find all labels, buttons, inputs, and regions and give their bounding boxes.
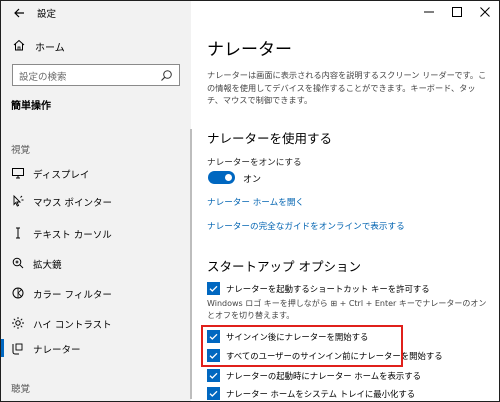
highlight-box — [201, 325, 403, 367]
checkbox-checked-icon[interactable] — [207, 369, 220, 382]
narrator-guide-link[interactable]: ナレーターの完全なガイドをオンラインで表示する — [207, 220, 405, 232]
sidebar-item-label: ナレーター — [33, 345, 81, 356]
startup-options-heading: スタートアップ オプション — [207, 259, 361, 274]
option-label: ナレーターの起動時にナレーター ホームを表示する — [226, 371, 422, 381]
sidebar-item-display[interactable]: ディスプレイ — [1, 161, 191, 185]
page-description: ナレーターは画面に表示される内容を説明するスクリーン リーダーです。この情報を使… — [207, 70, 487, 105]
section-heading: 簡単操作 — [11, 101, 51, 112]
title-bar: 設定 — [1, 1, 191, 27]
toggle-state-label: オン — [243, 175, 262, 185]
sidebar-item-magnifier[interactable]: 拡大鏡 — [1, 251, 191, 275]
option-label: ナレーターを起動するショートカット キーを許可する — [226, 284, 430, 294]
home-icon — [13, 39, 25, 51]
narrator-toggle[interactable] — [208, 171, 235, 184]
monitor-icon — [12, 168, 24, 179]
scrollbar[interactable] — [190, 129, 192, 399]
option-label: ナレーター ホームをシステム トレイに最小化する — [226, 389, 416, 399]
sidebar-item-label: マウス ポインター — [33, 198, 113, 209]
toggle-knob — [225, 174, 232, 181]
sidebar-item-high-contrast[interactable]: ハイ コントラスト — [1, 311, 191, 335]
checkbox-checked-icon[interactable] — [207, 387, 220, 400]
sidebar-item-label: 拡大鏡 — [33, 260, 62, 271]
text-cursor-icon — [16, 227, 20, 239]
open-narrator-home-link[interactable]: ナレーター ホームを開く — [207, 196, 304, 208]
sidebar-item-home[interactable]: ホーム — [1, 36, 191, 56]
sidebar-item-label: テキスト カーソル — [33, 230, 112, 241]
minimize-icon — [424, 11, 434, 13]
active-indicator — [1, 339, 4, 357]
close-button[interactable] — [471, 1, 499, 23]
page-title: ナレーター — [207, 40, 292, 60]
narrator-toggle-label: ナレーターをオンにする — [207, 158, 302, 168]
magnifier-icon — [12, 257, 24, 269]
settings-window: 設定 ホーム 設定の検索 簡単操作 視覚 ディスプレイ マウス ポインター テキ… — [0, 0, 500, 402]
use-narrator-heading: ナレーターを使用する — [207, 131, 333, 146]
sidebar: 設定 ホーム 設定の検索 簡単操作 視覚 ディスプレイ マウス ポインター テキ… — [1, 1, 191, 401]
shortcut-note: Windows ロゴ キーを押しながら ⊞ + Ctrl + Enter キーで… — [207, 299, 487, 320]
sidebar-item-label: カラー フィルター — [33, 290, 112, 301]
group-label-vision: 視覚 — [11, 145, 31, 156]
minimize-button[interactable] — [415, 1, 443, 23]
window-controls — [415, 1, 499, 23]
app-title: 設定 — [37, 9, 57, 20]
mouse-pointer-icon — [13, 194, 24, 207]
narrator-icon — [12, 343, 23, 355]
search-icon[interactable] — [160, 69, 173, 82]
maximize-button[interactable] — [443, 1, 471, 23]
close-icon — [480, 7, 490, 17]
sidebar-item-color-filter[interactable]: カラー フィルター — [1, 281, 191, 305]
sidebar-item-label: ディスプレイ — [33, 170, 90, 181]
back-arrow-icon[interactable] — [11, 5, 27, 21]
group-label-hearing: 聴覚 — [11, 384, 31, 395]
maximize-icon — [452, 7, 462, 17]
sidebar-item-label: ハイ コントラスト — [33, 320, 112, 331]
sidebar-item-text-cursor[interactable]: テキスト カーソル — [1, 221, 191, 245]
search-placeholder: 設定の検索 — [19, 72, 67, 83]
home-label: ホーム — [35, 43, 65, 54]
high-contrast-icon — [12, 317, 24, 329]
sidebar-item-narrator[interactable]: ナレーター — [1, 336, 191, 360]
sidebar-item-mouse-pointer[interactable]: マウス ポインター — [1, 189, 191, 213]
color-filter-icon — [12, 287, 24, 299]
search-input[interactable]: 設定の検索 — [12, 64, 180, 86]
checkbox-checked-icon[interactable] — [207, 282, 220, 295]
